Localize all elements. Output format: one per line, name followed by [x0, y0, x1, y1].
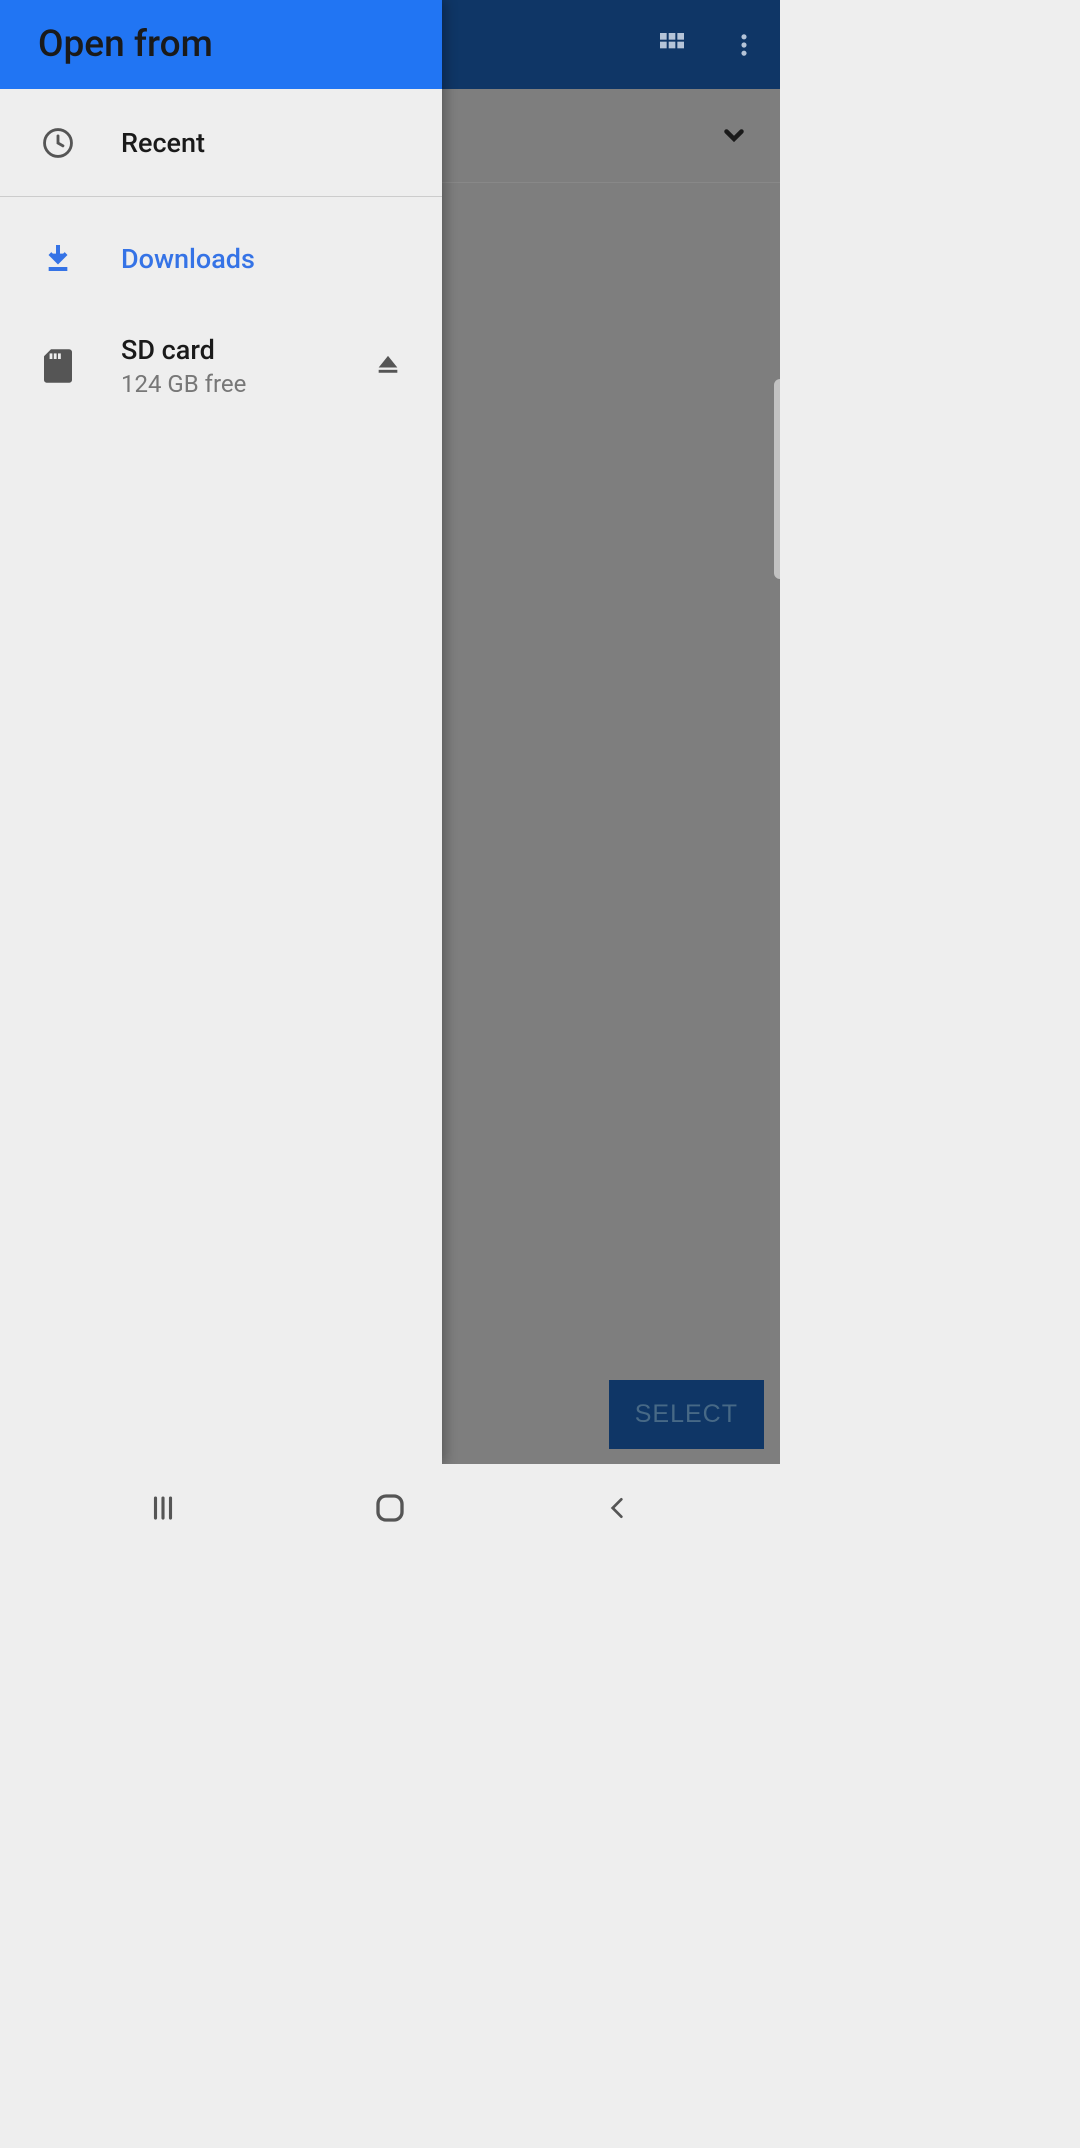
sd-card-icon	[40, 349, 76, 383]
scrollbar-handle[interactable]	[774, 379, 780, 579]
recents-nav-button[interactable]	[138, 1483, 188, 1533]
back-nav-button[interactable]	[592, 1483, 642, 1533]
download-icon	[40, 243, 76, 275]
more-vert-icon	[730, 31, 758, 59]
drawer-header: Open from	[0, 0, 442, 89]
drawer-item-label: SD card	[121, 334, 329, 366]
home-nav-button[interactable]	[365, 1483, 415, 1533]
back-icon	[604, 1495, 630, 1521]
drawer-title: Open from	[38, 23, 213, 66]
drawer-item-sdcard[interactable]: SD card 124 GB free	[0, 312, 442, 419]
drawer-item-label: Recent	[121, 127, 402, 159]
drawer-item-recent[interactable]: Recent	[0, 89, 442, 196]
drawer-body: Recent Downloads	[0, 89, 442, 1464]
select-button[interactable]: SELECT	[609, 1380, 764, 1449]
drawer-item-downloads[interactable]: Downloads	[0, 205, 442, 312]
grid-view-button[interactable]	[651, 24, 693, 66]
clock-icon	[40, 126, 76, 160]
recents-icon	[148, 1493, 178, 1523]
more-options-button[interactable]	[723, 24, 765, 66]
drawer-item-label: Downloads	[121, 243, 402, 275]
grid-icon	[656, 29, 688, 61]
home-icon	[374, 1492, 406, 1524]
eject-button[interactable]	[374, 350, 402, 382]
drawer-item-sublabel: 124 GB free	[121, 370, 329, 398]
navigation-drawer: Open from Recent	[0, 0, 442, 1464]
system-nav-bar	[0, 1464, 780, 1551]
eject-icon	[374, 350, 402, 378]
chevron-down-icon[interactable]	[716, 118, 752, 154]
